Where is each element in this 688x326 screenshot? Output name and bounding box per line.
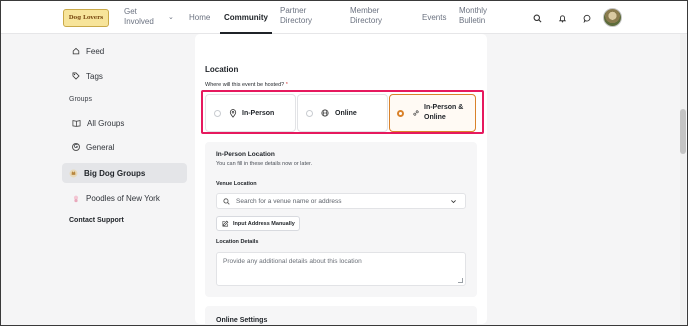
- sidebar-item-label: General: [86, 142, 115, 152]
- nav-home[interactable]: Home: [189, 13, 210, 23]
- question-text: Where will this event be hosted?: [205, 82, 285, 88]
- nav-community[interactable]: Community: [224, 13, 268, 23]
- search-icon: [223, 197, 230, 205]
- location-details-textarea[interactable]: Provide any additional details about thi…: [216, 252, 466, 286]
- required-asterisk: *: [285, 82, 288, 88]
- location-details-placeholder: Provide any additional details about thi…: [223, 258, 362, 265]
- hosting-question-label: Where will this event be hosted? *: [205, 82, 288, 88]
- chevron-down-icon[interactable]: [450, 198, 457, 205]
- poodle-avatar-icon: [73, 195, 79, 202]
- home-icon: [72, 47, 80, 55]
- nav-partner-directory[interactable]: Partner Directory: [280, 6, 312, 26]
- sidebar-item-all-groups[interactable]: All Groups: [72, 116, 124, 130]
- venue-location-label: Venue Location: [216, 181, 257, 187]
- nav-events[interactable]: Events: [422, 13, 446, 23]
- scrollbar-track[interactable]: [680, 34, 686, 325]
- sidebar-item-poodles[interactable]: Poodles of New York: [72, 191, 160, 205]
- nav-monthly-bulletin[interactable]: Monthly Bulletin: [459, 6, 487, 26]
- app-window: Dog Lovers Get Involved ⌄ Home Community…: [0, 0, 688, 326]
- dog-avatar-icon: [69, 169, 78, 177]
- top-navigation-bar: Dog Lovers Get Involved ⌄ Home Community…: [1, 1, 687, 34]
- bell-icon[interactable]: [553, 9, 571, 27]
- group-badge-icon: G: [72, 143, 80, 151]
- button-label: Input Address Manually: [233, 220, 295, 227]
- sidebar-item-label: Tags: [86, 71, 103, 81]
- sidebar-contact-support[interactable]: Contact Support: [69, 217, 124, 224]
- sidebar-item-label: Poodles of New York: [86, 193, 160, 203]
- sidebar-item-label: Big Dog Groups: [84, 168, 146, 178]
- nav-get-involved[interactable]: Get Involved: [124, 7, 154, 27]
- tag-icon: [72, 72, 80, 80]
- sidebar-item-tags[interactable]: Tags: [72, 69, 103, 83]
- sidebar-item-general[interactable]: G General: [72, 140, 114, 154]
- book-icon: [72, 120, 81, 127]
- sidebar-item-label: All Groups: [87, 118, 125, 128]
- sidebar-item-label: Feed: [86, 46, 105, 56]
- in-person-hint: You can fill in these details now or lat…: [216, 161, 313, 167]
- resize-handle-icon[interactable]: [458, 278, 463, 283]
- annotation-highlight-box: [201, 90, 484, 134]
- location-section-title: Location: [205, 65, 239, 74]
- scrollbar-thumb[interactable]: [680, 109, 686, 154]
- sidebar-item-feed[interactable]: Feed: [72, 44, 104, 58]
- chat-icon[interactable]: [578, 9, 596, 27]
- input-address-manually-button[interactable]: Input Address Manually: [216, 216, 300, 231]
- site-logo[interactable]: Dog Lovers: [63, 9, 109, 27]
- user-avatar[interactable]: [603, 8, 622, 27]
- sidebar-section-groups: Groups: [69, 96, 92, 103]
- venue-search-placeholder: Search for a venue name or address: [236, 197, 342, 205]
- search-icon[interactable]: [528, 9, 546, 27]
- logo-text: Dog Lovers: [68, 15, 104, 21]
- nav-member-directory[interactable]: Member Directory: [350, 6, 382, 26]
- in-person-location-title: In-Person Location: [216, 151, 275, 158]
- location-details-label: Location Details: [216, 239, 259, 245]
- chevron-down-icon[interactable]: ⌄: [168, 13, 174, 21]
- edit-icon: [222, 220, 229, 227]
- venue-search-select[interactable]: Search for a venue name or address: [216, 193, 466, 209]
- online-settings-title: Online Settings: [216, 317, 268, 324]
- sidebar-item-big-dog-groups[interactable]: Big Dog Groups: [69, 166, 145, 180]
